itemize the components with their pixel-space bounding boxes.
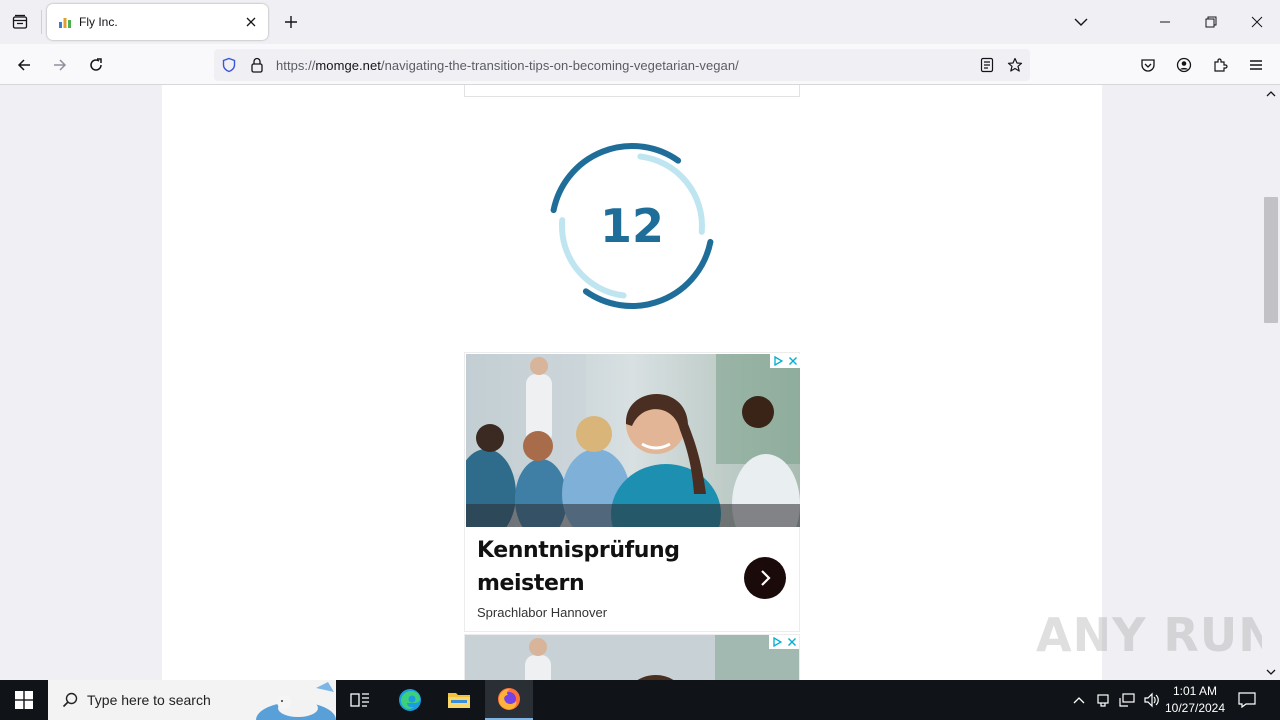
arrow-right-icon — [54, 59, 67, 71]
reload-button[interactable] — [81, 50, 111, 80]
forward-button[interactable] — [45, 50, 75, 80]
chevron-down-icon — [1074, 18, 1088, 26]
site-favicon-icon — [58, 15, 72, 29]
clock-time: 1:01 AM — [1172, 684, 1218, 698]
show-hidden-icons-button[interactable] — [1069, 690, 1089, 710]
account-button[interactable] — [1169, 50, 1199, 80]
minimize-icon — [1160, 21, 1170, 23]
windows-logo-icon — [15, 691, 33, 709]
address-bar[interactable]: https://momge.net/navigating-the-transit… — [214, 49, 1030, 81]
ad-choices-icon[interactable] — [769, 635, 784, 649]
lock-icon[interactable] — [247, 55, 267, 75]
edge-taskbar-button[interactable] — [386, 680, 434, 720]
start-button[interactable] — [0, 680, 48, 720]
ad-advertiser[interactable]: Sprachlabor Hannover — [477, 605, 607, 620]
device-icon — [1097, 694, 1109, 707]
scrollbar-thumb[interactable] — [1264, 197, 1278, 323]
pocket-icon — [1141, 59, 1155, 72]
ad-choices[interactable] — [769, 635, 799, 649]
active-tab[interactable]: Fly Inc. — [47, 4, 268, 40]
hamburger-menu-icon — [1250, 60, 1262, 70]
ad-headline[interactable]: Kenntnisprüfung meistern — [477, 534, 717, 600]
volume-tray-button[interactable] — [1141, 690, 1161, 710]
restore-icon — [1205, 16, 1217, 28]
countdown-timer: 12 — [546, 140, 718, 312]
edge-icon — [399, 689, 421, 711]
cropped-text-fragment: , — [479, 85, 482, 86]
bookmark-star-button[interactable] — [1004, 55, 1026, 75]
chevron-right-icon — [761, 570, 771, 586]
close-icon — [246, 17, 256, 27]
url-scheme: https:// — [276, 57, 316, 73]
firefox-view-button[interactable] — [6, 8, 34, 36]
previous-content-box: , — [464, 85, 800, 97]
tab-close-button[interactable] — [239, 10, 263, 34]
network-icon — [1119, 693, 1135, 707]
close-window-button[interactable] — [1234, 0, 1280, 44]
notification-center-button[interactable] — [1236, 690, 1258, 710]
search-highlight-illustration — [256, 682, 336, 720]
tracking-protection-shield-icon[interactable] — [219, 55, 239, 75]
notification-icon — [1238, 692, 1256, 708]
firefox-taskbar-button[interactable] — [485, 680, 533, 720]
ad-choices[interactable] — [770, 354, 800, 368]
taskbar-search-box[interactable]: Type here to search — [48, 680, 336, 720]
chevron-up-icon — [1073, 697, 1085, 704]
windows-taskbar: Type here to search 1:01 AM 10/27/2024 — [0, 680, 1280, 720]
ad-image[interactable] — [465, 635, 800, 680]
arrow-left-icon — [17, 59, 30, 71]
scroll-up-arrow-icon[interactable] — [1266, 87, 1276, 99]
tab-bar: Fly Inc. — [0, 0, 1280, 44]
firefox-view-icon — [12, 14, 28, 29]
extensions-button[interactable] — [1205, 50, 1235, 80]
search-placeholder: Type here to search — [87, 692, 211, 708]
new-tab-button[interactable] — [277, 8, 305, 36]
folder-icon — [448, 693, 470, 708]
reload-icon — [90, 58, 102, 71]
plus-icon — [285, 16, 297, 28]
url-text[interactable]: https://momge.net/navigating-the-transit… — [276, 58, 739, 73]
tab-title: Fly Inc. — [79, 15, 118, 29]
clock-date: 10/27/2024 — [1164, 701, 1226, 715]
ad-cta-button[interactable] — [744, 557, 786, 599]
anyrun-watermark: ANY RUN — [1036, 608, 1278, 662]
back-button[interactable] — [9, 50, 39, 80]
vertical-scrollbar[interactable] — [1262, 85, 1280, 680]
app-menu-button[interactable] — [1241, 50, 1271, 80]
tab-separator — [41, 10, 42, 34]
reader-view-button[interactable] — [976, 55, 998, 75]
system-clock[interactable]: 1:01 AM 10/27/2024 — [1162, 683, 1228, 717]
firefox-icon — [498, 688, 520, 710]
pocket-button[interactable] — [1133, 50, 1163, 80]
ad-image[interactable] — [466, 354, 800, 527]
network-tray-button[interactable] — [1117, 690, 1137, 710]
file-explorer-taskbar-button[interactable] — [435, 680, 483, 720]
page-content: , 12 — [162, 85, 1102, 680]
ad-choices-icon[interactable] — [770, 354, 785, 368]
advertisement-second[interactable] — [464, 634, 800, 680]
close-icon — [1251, 16, 1263, 28]
list-all-tabs-button[interactable] — [1067, 8, 1095, 36]
navigation-toolbar: https://momge.net/navigating-the-transit… — [0, 44, 1280, 85]
countdown-number: 12 — [599, 199, 664, 253]
reader-view-icon — [980, 57, 994, 73]
account-icon — [1176, 57, 1192, 73]
task-view-icon — [350, 693, 369, 707]
restore-button[interactable] — [1188, 0, 1234, 44]
speaker-icon — [1144, 692, 1159, 708]
puzzle-icon — [1214, 58, 1228, 72]
minimize-button[interactable] — [1142, 0, 1188, 44]
url-path: /navigating-the-transition-tips-on-becom… — [380, 57, 739, 73]
ad-close-icon[interactable] — [785, 354, 800, 368]
star-icon — [1007, 57, 1023, 72]
task-view-button[interactable] — [336, 680, 384, 720]
ad-close-icon[interactable] — [784, 635, 799, 649]
url-host: momge.net — [315, 57, 381, 73]
search-icon — [61, 691, 79, 709]
device-tray-button[interactable] — [1093, 690, 1113, 710]
advertisement[interactable]: Kenntnisprüfung meistern Sprachlabor Han… — [464, 352, 800, 632]
page-viewport: , 12 — [0, 85, 1262, 680]
scroll-down-arrow-icon[interactable] — [1266, 666, 1276, 678]
